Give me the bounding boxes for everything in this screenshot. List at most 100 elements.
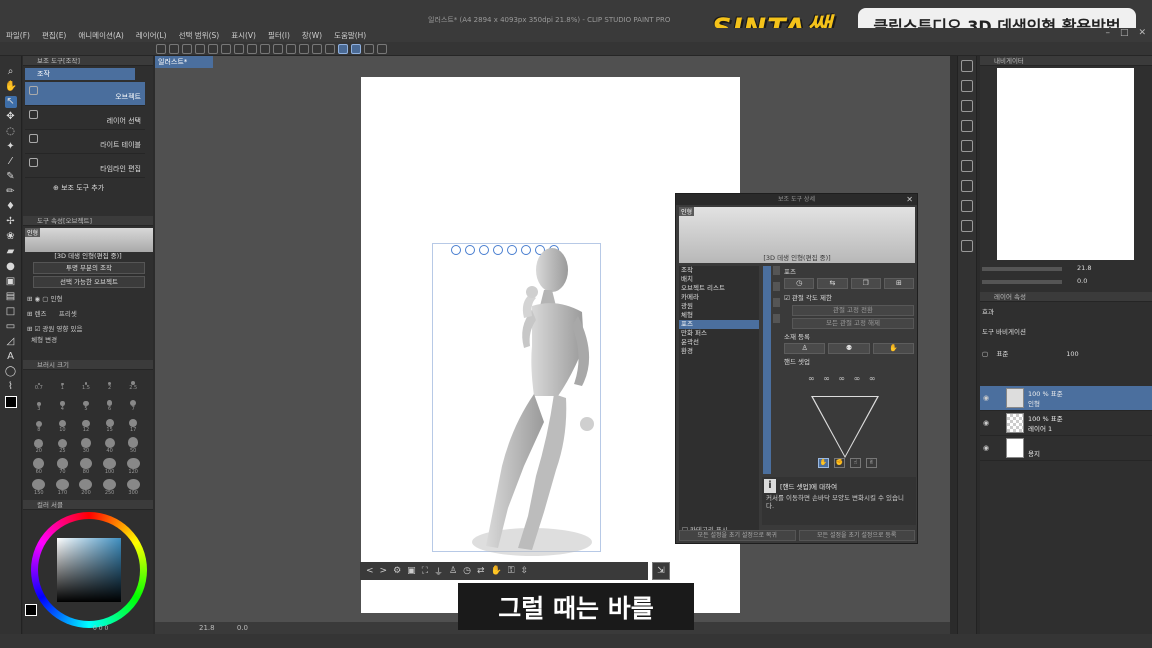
frame-tool-icon[interactable]: ▭ [5,321,17,333]
reset-all-settings-button[interactable]: 모든 설정을 초기 설정으로 복귀 [679,530,796,541]
hand-open-icon[interactable]: ✋ [818,458,829,468]
expand-icon[interactable] [773,314,780,323]
category-environment[interactable]: 환경 [679,347,759,356]
reset-pose-icon[interactable]: ◷ [463,566,471,576]
eye-icon[interactable]: ◉ [983,394,989,402]
brush-size-preset[interactable]: 15 [98,416,122,433]
text-tool-icon[interactable]: A [5,351,17,363]
eraser-tool-icon[interactable]: ▰ [5,246,17,258]
brush-size-preset[interactable]: 100 [98,458,122,475]
ruler-tool-icon[interactable]: ◿ [5,336,17,348]
cloud-icon[interactable] [221,43,231,54]
brush-size-preset[interactable]: 2 [98,374,122,391]
navigator-zoom-slider[interactable]: 21.8 [982,264,1150,274]
reset-pose-button[interactable]: ◷ [784,278,815,289]
flip-pose-button[interactable]: ⇆ [817,278,848,289]
snap-special-ruler-icon[interactable] [351,43,361,54]
brush-size-preset[interactable]: 7 [121,395,145,412]
crop-icon[interactable] [312,43,322,54]
redo-icon[interactable] [247,43,257,54]
brush-size-preset[interactable]: 30 [74,437,98,454]
copy-pose-button[interactable]: ❐ [850,278,881,289]
fit-camera-icon[interactable]: ⛶ [422,566,428,576]
fill-tool-icon[interactable]: ▣ [5,276,17,288]
brush-size-preset[interactable]: 80 [74,458,98,475]
joint-limit-checkbox[interactable]: ☑ 관절 각도 제한 [784,292,914,302]
brush-size-preset[interactable]: 300 [121,479,145,496]
selectable-object-select[interactable]: 선택 가능한 오브젝트 [33,276,145,288]
brush-size-preset[interactable]: 1 [51,374,75,391]
lens-row[interactable]: ⊞ 렌즈 프리셋 [27,308,147,318]
brush-size-preset[interactable]: 250 [98,479,122,496]
brush-size-preset[interactable]: 70 [51,458,75,475]
next-object-icon[interactable]: > [380,566,388,576]
brush-size-preset[interactable]: 1.5 [74,374,98,391]
detail-scrollbar[interactable] [763,266,771,474]
settings-object-icon[interactable]: ⚙ [393,566,401,576]
prev-object-icon[interactable]: < [366,566,374,576]
brush-size-preset[interactable]: 120 [121,458,145,475]
hand-setup-control[interactable]: ∞ ∞ ∞ ∞ ∞ ✋ ✊ ☝ ✌ [784,368,914,468]
menu-help[interactable]: 도움말(H) [334,30,366,41]
eyedropper-tool-icon[interactable]: ⁄ [5,156,17,168]
foreground-color-swatch[interactable] [25,604,37,616]
menu-layer[interactable]: 레이어(L) [136,30,167,41]
snap-grid-icon[interactable] [364,43,374,54]
subtool-group-tab[interactable]: 조작 [25,68,135,80]
layer-search-icon[interactable] [961,180,973,192]
pen-tool-icon[interactable]: ✎ [5,171,17,183]
open-icon[interactable] [169,43,179,54]
settings-icon[interactable] [377,43,387,54]
new-icon[interactable] [156,43,166,54]
minimize-icon[interactable]: – [1105,28,1110,38]
layer-panel-icon[interactable] [961,80,973,92]
auto-action-icon[interactable] [961,220,973,232]
menu-edit[interactable]: 편집(E) [42,30,66,41]
doll-object-row[interactable]: ⊞ ◉ ▢ 인형 [27,293,147,303]
brush-size-preset[interactable]: 200 [74,479,98,496]
document-tab[interactable]: 일러스트* [155,56,213,68]
snap-ruler-icon[interactable] [338,43,348,54]
gradient-tool-icon[interactable]: ▤ [5,291,17,303]
color-wheel[interactable] [31,512,147,628]
category-object-list[interactable]: 오브젝트 리스트 [679,284,759,293]
layer-row-paper[interactable]: ◉ 용지 [980,436,1152,461]
material-icon[interactable] [961,120,973,132]
3d-drawing-doll[interactable] [432,246,601,556]
sub-view-icon[interactable] [961,140,973,152]
expand-icon[interactable] [773,282,780,291]
brush-size-preset[interactable]: 8 [27,416,51,433]
brush-size-preset[interactable]: 150 [27,479,51,496]
subtool-timeline-edit[interactable]: 타임라인 편집 [25,154,145,178]
brush-size-preset[interactable]: 20 [27,437,51,454]
brush-size-preset[interactable]: 3 [27,395,51,412]
move-tool-icon[interactable]: ✥ [5,111,17,123]
expand-icon[interactable] [773,266,780,275]
flip-pose-icon[interactable]: ⇄ [477,566,485,576]
close-icon[interactable]: ✕ [906,194,913,205]
subtool-layer-select[interactable]: 레이어 선택 [25,106,145,130]
deselect-icon[interactable] [286,43,296,54]
transform-icon[interactable] [273,43,283,54]
brush-size-preset[interactable]: 2.5 [121,374,145,391]
menu-animation[interactable]: 애니메이션(A) [78,30,123,41]
category-pose[interactable]: 포즈 [679,320,759,329]
transparent-operation-select[interactable]: 투명 부분의 조작 [33,262,145,274]
brush-size-preset[interactable]: 17 [121,416,145,433]
lock-joint-icon[interactable]: ⚿ [508,566,515,576]
airbrush-tool-icon[interactable]: ✢ [5,216,17,228]
brush-size-preset[interactable]: 10 [51,416,75,433]
canvas-angle-value[interactable]: 0.0 [237,624,248,632]
category-camera[interactable]: 카메라 [679,293,759,302]
hand-grip-icon[interactable]: ✌ [866,458,877,468]
saturation-value-square[interactable] [57,538,121,602]
brush-size-preset[interactable]: 4 [51,395,75,412]
item-bank-icon[interactable] [961,240,973,252]
export-icon[interactable] [195,43,205,54]
brush-size-preset[interactable]: 6 [98,395,122,412]
opacity-value[interactable]: 100 [1066,350,1078,358]
body-type-icon[interactable]: ⇳ [521,566,529,576]
save-icon[interactable] [182,43,192,54]
canvas-zoom-value[interactable]: 21.8 [199,624,215,632]
fill-icon[interactable] [325,43,335,54]
